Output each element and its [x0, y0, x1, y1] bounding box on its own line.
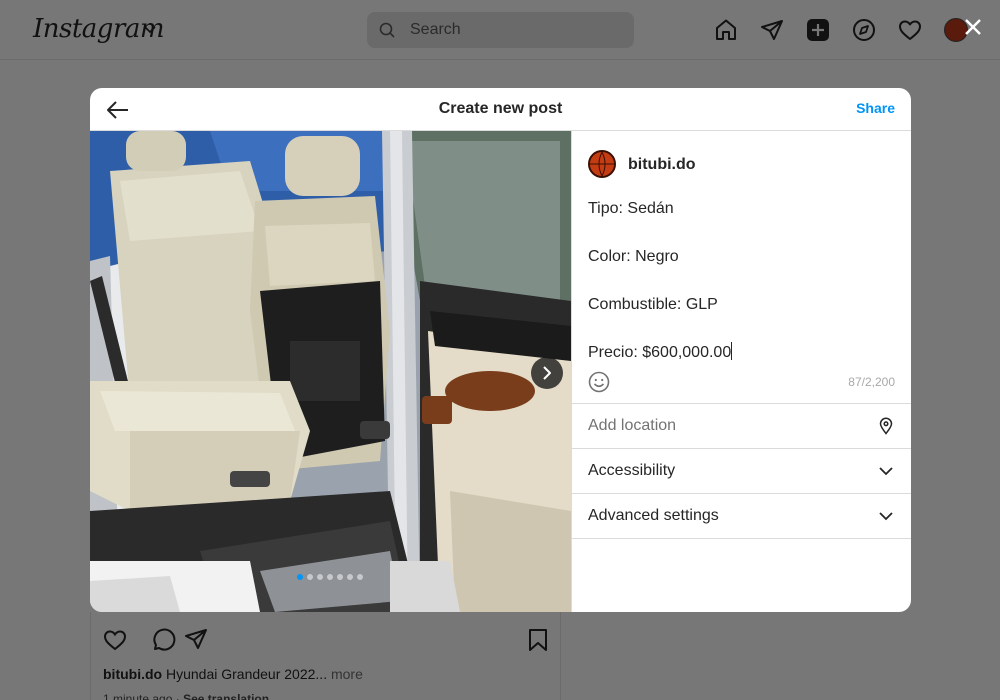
- modal-header: Create new post Share: [90, 88, 911, 131]
- caption-textarea[interactable]: Tipo: Sedán Color: Negro Combustible: GL…: [588, 197, 898, 365]
- explore-icon[interactable]: [852, 18, 876, 42]
- direct-messages-icon[interactable]: [760, 18, 784, 42]
- carousel-dot: [357, 574, 363, 580]
- car-interior-image: [90, 131, 571, 612]
- search-input[interactable]: Search: [367, 12, 634, 48]
- post-photo: [90, 131, 571, 612]
- background-timestamp: 1 minute ago · See translation: [103, 692, 269, 700]
- add-location-field[interactable]: Add location: [572, 403, 911, 448]
- caption-line: Tipo: Sedán: [588, 200, 674, 217]
- chevron-down-icon: [879, 512, 893, 521]
- advanced-settings-section[interactable]: Advanced settings: [572, 493, 911, 538]
- location-placeholder: Add location: [588, 417, 677, 434]
- search-placeholder: Search: [410, 21, 461, 38]
- carousel-indicator: [297, 574, 363, 580]
- character-count: 87/2,200: [848, 375, 895, 389]
- modal-title: Create new post: [438, 100, 563, 117]
- new-post-icon[interactable]: [806, 18, 830, 42]
- chevron-right-icon: [543, 366, 551, 380]
- like-icon: [104, 630, 127, 651]
- post-details-panel: bitubi.do Tipo: Sedán Color: Negro Combu…: [571, 131, 911, 612]
- user-avatar: [588, 150, 616, 178]
- advanced-settings-label: Advanced settings: [588, 507, 719, 524]
- home-icon[interactable]: [714, 18, 738, 42]
- accessibility-section[interactable]: Accessibility: [572, 448, 911, 493]
- caption-line: Precio: $600,000.00: [588, 344, 732, 361]
- caption-line: Color: Negro: [588, 248, 679, 265]
- carousel-dot: [307, 574, 313, 580]
- background-feed-post: [90, 612, 561, 700]
- post-actions: [104, 628, 207, 651]
- username: bitubi.do: [628, 156, 696, 173]
- search-icon: [379, 22, 395, 38]
- post-time: 1 minute ago: [103, 692, 173, 700]
- divider: [572, 538, 911, 539]
- share-button[interactable]: Share: [856, 100, 895, 116]
- location-pin-icon: [879, 417, 893, 435]
- activity-heart-icon[interactable]: [898, 18, 922, 42]
- close-icon[interactable]: [962, 16, 984, 38]
- next-slide-button[interactable]: [531, 357, 563, 389]
- text-cursor: [731, 342, 733, 360]
- carousel-dot: [327, 574, 333, 580]
- top-navigation: Instagram Search: [0, 0, 1000, 60]
- chevron-down-icon[interactable]: [143, 22, 157, 36]
- comment-icon: [153, 628, 176, 651]
- carousel-dot: [297, 574, 303, 580]
- see-translation-link: See translation: [183, 692, 270, 700]
- caption-line: Combustible: GLP: [588, 296, 718, 313]
- background-caption-text: Hyundai Grandeur 2022...: [165, 666, 328, 682]
- create-post-modal: Create new post Share bitubi.do Tipo: Se…: [90, 88, 911, 612]
- chevron-down-icon: [879, 467, 893, 476]
- emoji-icon[interactable]: [588, 371, 610, 393]
- more-link: more: [330, 666, 363, 682]
- accessibility-label: Accessibility: [588, 462, 676, 479]
- background-username: bitubi.do: [103, 666, 163, 682]
- carousel-dot: [347, 574, 353, 580]
- background-caption: bitubi.do Hyundai Grandeur 2022... more: [103, 666, 363, 682]
- carousel-dot: [337, 574, 343, 580]
- carousel-dot: [317, 574, 323, 580]
- save-icon: [529, 629, 547, 651]
- share-icon: [185, 629, 207, 649]
